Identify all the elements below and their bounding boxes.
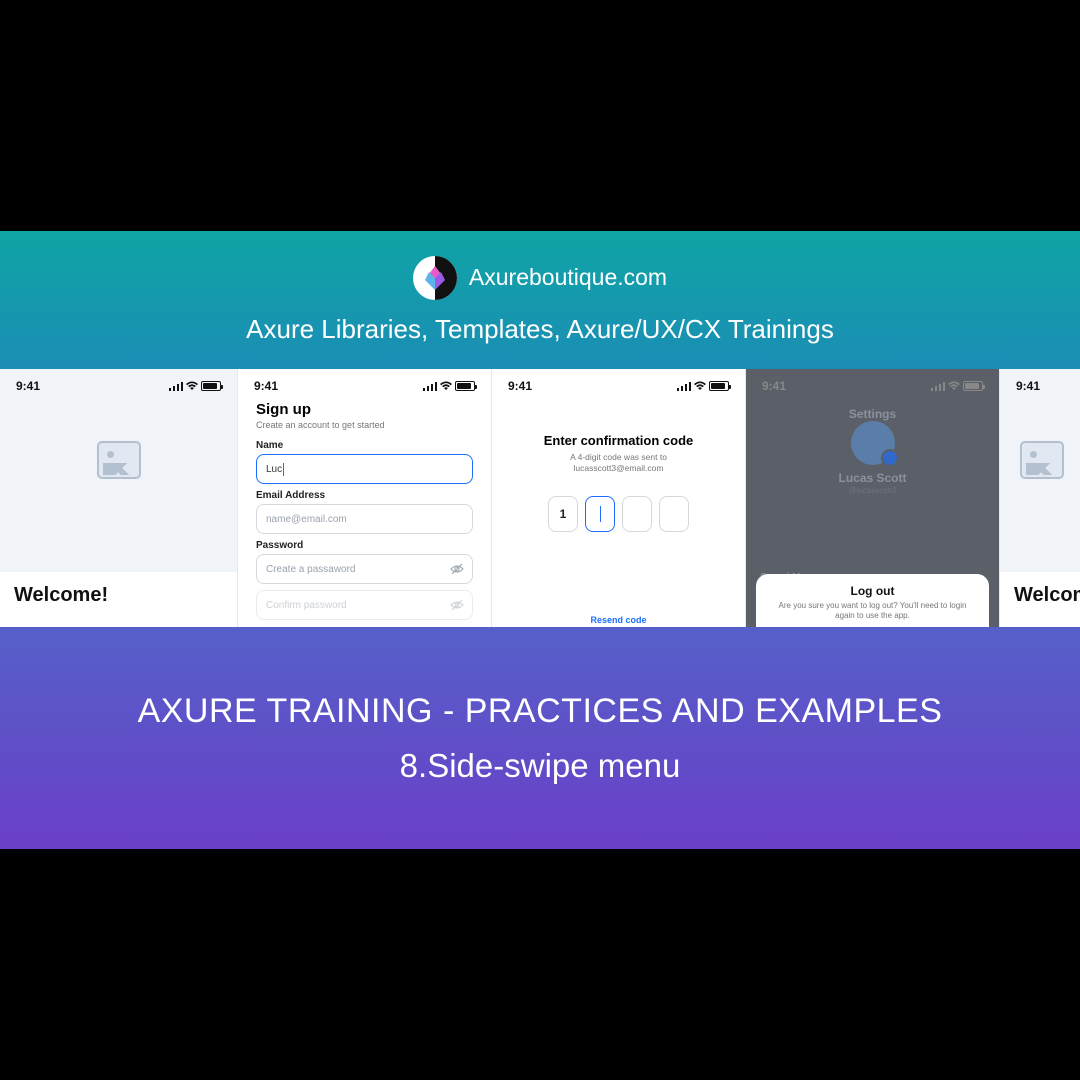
battery-icon bbox=[455, 381, 475, 391]
text-cursor-icon bbox=[283, 463, 284, 476]
battery-icon bbox=[709, 381, 729, 391]
status-bar: 9:41 bbox=[492, 369, 745, 399]
footer-line-1: AXURE TRAINING - PRACTICES AND EXAMPLES bbox=[138, 692, 943, 731]
bottom-banner: AXURE TRAINING - PRACTICES AND EXAMPLES … bbox=[0, 627, 1080, 849]
status-time: 9:41 bbox=[508, 379, 532, 393]
signal-icon bbox=[169, 381, 183, 391]
password-label: Password bbox=[256, 540, 473, 551]
status-bar: 9:41 bbox=[0, 369, 237, 399]
eye-off-icon[interactable] bbox=[450, 598, 464, 612]
code-box-1[interactable]: 1 bbox=[548, 496, 578, 532]
welcome-title: Welcome! bbox=[1014, 584, 1066, 607]
name-input[interactable]: Luc bbox=[256, 454, 473, 484]
signal-icon bbox=[931, 381, 945, 391]
password-input[interactable]: Create a passaword bbox=[256, 554, 473, 584]
logout-subtitle: Are you sure you want to log out? You'll… bbox=[768, 601, 977, 621]
image-placeholder-icon bbox=[97, 441, 141, 479]
confirmation-title: Enter confirmation code bbox=[512, 433, 725, 448]
welcome-title: Welcome! bbox=[14, 584, 223, 607]
status-icons bbox=[423, 381, 475, 391]
status-icons bbox=[931, 381, 983, 391]
welcome-strip: Welcome! bbox=[0, 572, 237, 627]
signup-title: Sign up bbox=[256, 401, 473, 418]
email-placeholder: name@email.com bbox=[266, 514, 347, 525]
battery-icon bbox=[963, 381, 983, 391]
site-name: Axureboutique.com bbox=[469, 264, 667, 291]
email-input[interactable]: name@email.com bbox=[256, 504, 473, 534]
confirmation-sub2: lucasscott3@email.com bbox=[512, 463, 725, 474]
password-placeholder: Create a passaword bbox=[266, 564, 356, 575]
signal-icon bbox=[677, 381, 691, 391]
site-logo-icon bbox=[413, 256, 457, 300]
avatar-icon bbox=[851, 421, 895, 465]
status-time: 9:41 bbox=[16, 379, 40, 393]
status-bar: 9:41 bbox=[1000, 369, 1080, 399]
welcome-strip: Welcome! bbox=[1000, 572, 1080, 627]
code-row: 1 bbox=[512, 496, 725, 532]
confirm-password-input[interactable]: Confirm password bbox=[256, 590, 473, 620]
screen-welcome-right: 9:41 Welcome! bbox=[999, 369, 1080, 627]
wifi-icon bbox=[694, 381, 706, 391]
eye-off-icon[interactable] bbox=[450, 562, 464, 576]
logout-title: Log out bbox=[768, 584, 977, 598]
name-label: Name bbox=[256, 440, 473, 451]
confirm-placeholder: Confirm password bbox=[266, 600, 347, 611]
screens-row: 9:41 Welcome! 9:41 Sign up Create an acc… bbox=[0, 369, 1080, 627]
footer-line-2: 8.Side-swipe menu bbox=[400, 747, 681, 785]
status-icons bbox=[677, 381, 729, 391]
battery-icon bbox=[201, 381, 221, 391]
logo-row: Axureboutique.com bbox=[413, 256, 667, 300]
email-label: Email Address bbox=[256, 490, 473, 501]
code-box-4[interactable] bbox=[659, 496, 689, 532]
signal-icon bbox=[423, 381, 437, 391]
profile-handle: @lucasscott3 bbox=[746, 486, 999, 495]
screen-confirmation: 9:41 Enter confirmation code A 4-digit c… bbox=[491, 369, 745, 627]
code-digit-1: 1 bbox=[560, 507, 567, 521]
name-value: Luc bbox=[266, 464, 282, 475]
status-bar: 9:41 bbox=[746, 369, 999, 399]
status-bar: 9:41 bbox=[238, 369, 491, 399]
profile-name: Lucas Scott bbox=[746, 471, 999, 485]
code-box-3[interactable] bbox=[622, 496, 652, 532]
text-cursor-icon bbox=[600, 506, 601, 522]
image-placeholder-icon bbox=[1020, 441, 1064, 479]
wifi-icon bbox=[948, 381, 960, 391]
wifi-icon bbox=[186, 381, 198, 391]
status-time: 9:41 bbox=[762, 379, 786, 393]
screen-signup: 9:41 Sign up Create an account to get st… bbox=[237, 369, 491, 627]
code-box-2[interactable] bbox=[585, 496, 615, 532]
resend-link[interactable]: Resend code bbox=[492, 615, 745, 625]
tagline: Axure Libraries, Templates, Axure/UX/CX … bbox=[246, 314, 834, 345]
logout-card: Log out Are you sure you want to log out… bbox=[756, 574, 989, 627]
top-banner: Axureboutique.com Axure Libraries, Templ… bbox=[0, 231, 1080, 369]
settings-title: Settings bbox=[746, 407, 999, 421]
status-icons bbox=[169, 381, 221, 391]
screen-welcome-left: 9:41 Welcome! bbox=[0, 369, 237, 627]
screen-logout: 9:41 Settings Lucas Scott @lucasscott3 S… bbox=[745, 369, 999, 627]
wifi-icon bbox=[440, 381, 452, 391]
signup-subtitle: Create an account to get started bbox=[256, 420, 473, 430]
status-time: 9:41 bbox=[254, 379, 278, 393]
status-time: 9:41 bbox=[1016, 379, 1040, 393]
confirmation-sub1: A 4-digit code was sent to bbox=[512, 452, 725, 463]
